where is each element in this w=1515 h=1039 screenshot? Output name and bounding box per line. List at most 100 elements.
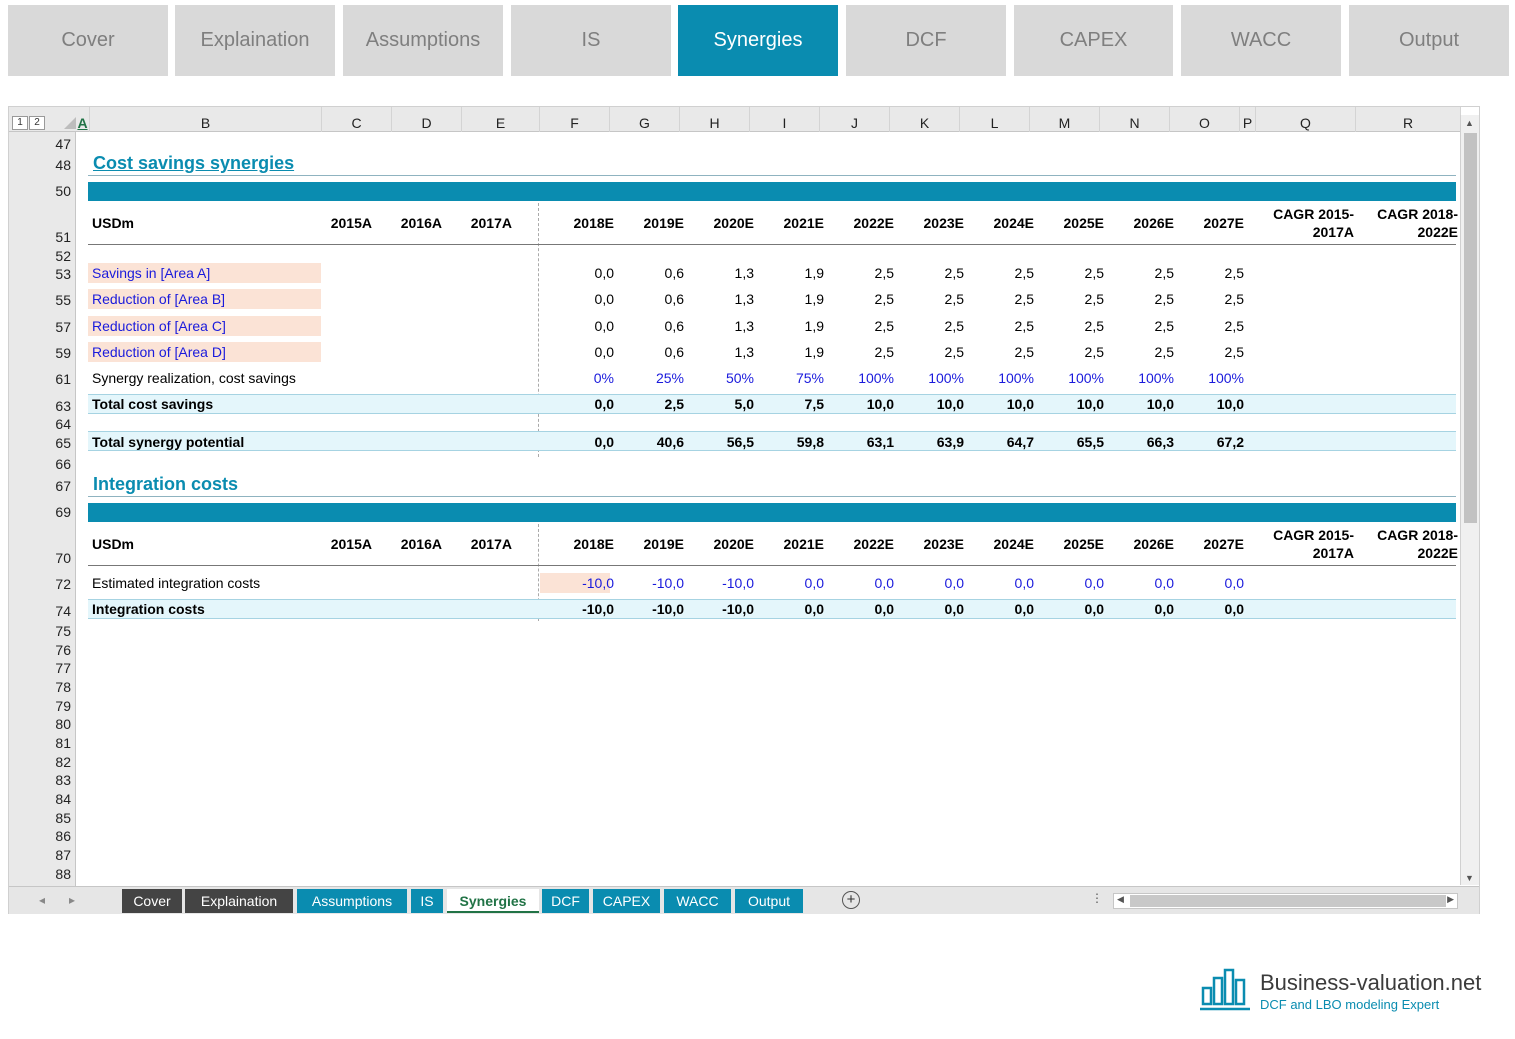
row-number[interactable]: 51 bbox=[31, 229, 71, 245]
column-header-r[interactable]: R bbox=[1356, 107, 1461, 132]
nav-tile-cover[interactable]: Cover bbox=[8, 5, 168, 76]
value-cell[interactable]: 0,0 bbox=[829, 575, 894, 591]
column-header-q[interactable]: Q bbox=[1256, 107, 1356, 132]
column-header-i[interactable]: I bbox=[750, 107, 820, 132]
total-value-cell[interactable]: 2,5 bbox=[619, 396, 684, 412]
unit-label[interactable]: USDm bbox=[92, 215, 134, 231]
value-cell[interactable]: 2,5 bbox=[969, 291, 1034, 307]
total-value-cell[interactable]: 0,0 bbox=[549, 396, 614, 412]
total-label[interactable]: Total cost savings bbox=[92, 396, 392, 412]
value-cell[interactable]: 2,5 bbox=[899, 344, 964, 360]
horizontal-scrollbar[interactable]: ◀ ▶ bbox=[1113, 893, 1458, 909]
value-cell[interactable]: 2,5 bbox=[1179, 318, 1244, 334]
year-header[interactable]: 2017A bbox=[447, 215, 512, 231]
sheet-tab-dcf[interactable]: DCF bbox=[542, 889, 589, 913]
column-header-g[interactable]: G bbox=[610, 107, 680, 132]
value-cell[interactable]: 2,5 bbox=[1039, 318, 1104, 334]
year-header[interactable]: 2026E bbox=[1109, 215, 1174, 231]
value-cell[interactable]: 2,5 bbox=[1109, 265, 1174, 281]
nav-tile-is[interactable]: IS bbox=[511, 5, 671, 76]
percent-input-cell[interactable]: 100% bbox=[1039, 370, 1104, 386]
realization-label[interactable]: Synergy realization, cost savings bbox=[92, 370, 392, 386]
vertical-scrollbar[interactable]: ▲ ▼ bbox=[1460, 115, 1479, 885]
cagr-header-2[interactable]: CAGR 2018- 2022E bbox=[1356, 205, 1458, 241]
nav-tile-assumptions[interactable]: Assumptions bbox=[343, 5, 503, 76]
year-header[interactable]: 2018E bbox=[549, 536, 614, 552]
synergy-line-label[interactable]: Reduction of [Area B] bbox=[92, 291, 321, 307]
column-header-l[interactable]: L bbox=[960, 107, 1030, 132]
value-cell[interactable]: 2,5 bbox=[969, 344, 1034, 360]
row-number[interactable]: 77 bbox=[31, 660, 71, 676]
row-number[interactable]: 88 bbox=[31, 866, 71, 882]
value-cell[interactable]: 0,0 bbox=[899, 575, 964, 591]
year-header[interactable]: 2025E bbox=[1039, 215, 1104, 231]
row-number[interactable]: 57 bbox=[31, 319, 71, 335]
tab-scroll-left-icon[interactable]: ◂ bbox=[39, 893, 45, 907]
column-header-b[interactable]: B bbox=[90, 107, 322, 132]
row-number[interactable]: 76 bbox=[31, 642, 71, 658]
row-number[interactable]: 50 bbox=[31, 183, 71, 199]
sheet-tab-explaination[interactable]: Explaination bbox=[185, 889, 293, 913]
year-header[interactable]: 2020E bbox=[689, 536, 754, 552]
value-cell[interactable]: 2,5 bbox=[899, 291, 964, 307]
value-cell[interactable]: 2,5 bbox=[829, 291, 894, 307]
row-number[interactable]: 47 bbox=[31, 136, 71, 152]
scroll-up-arrow-icon[interactable]: ▲ bbox=[1465, 118, 1474, 128]
year-header[interactable]: 2025E bbox=[1039, 536, 1104, 552]
nav-tile-explaination[interactable]: Explaination bbox=[175, 5, 335, 76]
row-number[interactable]: 74 bbox=[31, 603, 71, 619]
value-cell[interactable]: 1,9 bbox=[759, 265, 824, 281]
synergy-line-label[interactable]: Savings in [Area A] bbox=[92, 265, 321, 281]
value-cell[interactable]: 0,6 bbox=[619, 344, 684, 360]
value-cell[interactable]: -10,0 bbox=[689, 575, 754, 591]
nav-tile-dcf[interactable]: DCF bbox=[846, 5, 1006, 76]
value-cell[interactable]: 2,5 bbox=[969, 318, 1034, 334]
value-cell[interactable]: 1,9 bbox=[759, 344, 824, 360]
total-value-cell[interactable]: 59,8 bbox=[759, 434, 824, 450]
total-value-cell[interactable]: 0,0 bbox=[759, 601, 824, 617]
total-value-cell[interactable]: 67,2 bbox=[1179, 434, 1244, 450]
value-cell[interactable]: 0,6 bbox=[619, 318, 684, 334]
year-header[interactable]: 2016A bbox=[377, 215, 442, 231]
year-header[interactable]: 2020E bbox=[689, 215, 754, 231]
column-header-d[interactable]: D bbox=[392, 107, 462, 132]
column-header-j[interactable]: J bbox=[820, 107, 890, 132]
value-cell[interactable]: 0,0 bbox=[549, 318, 614, 334]
total-value-cell[interactable]: -10,0 bbox=[689, 601, 754, 617]
value-cell[interactable]: 1,3 bbox=[689, 344, 754, 360]
total-value-cell[interactable]: 10,0 bbox=[829, 396, 894, 412]
total-value-cell[interactable]: 0,0 bbox=[899, 601, 964, 617]
value-cell[interactable]: -10,0 bbox=[619, 575, 684, 591]
value-cell[interactable]: 0,6 bbox=[619, 265, 684, 281]
percent-input-cell[interactable]: 100% bbox=[829, 370, 894, 386]
year-header[interactable]: 2019E bbox=[619, 536, 684, 552]
total-value-cell[interactable]: 56,5 bbox=[689, 434, 754, 450]
outline-level-1-button[interactable]: 1 bbox=[12, 116, 28, 130]
total-value-cell[interactable]: 63,1 bbox=[829, 434, 894, 450]
column-header-m[interactable]: M bbox=[1030, 107, 1100, 132]
sheet-tab-is[interactable]: IS bbox=[411, 889, 443, 913]
percent-input-cell[interactable]: 25% bbox=[619, 370, 684, 386]
integration-line-label[interactable]: Estimated integration costs bbox=[92, 575, 392, 591]
total-value-cell[interactable]: 66,3 bbox=[1109, 434, 1174, 450]
total-value-cell[interactable]: 10,0 bbox=[899, 396, 964, 412]
value-cell[interactable]: 0,0 bbox=[969, 575, 1034, 591]
row-number[interactable]: 63 bbox=[31, 398, 71, 414]
row-number[interactable]: 53 bbox=[31, 266, 71, 282]
value-cell[interactable]: 1,3 bbox=[689, 265, 754, 281]
scroll-left-arrow-icon[interactable]: ◀ bbox=[1117, 894, 1124, 905]
year-header[interactable]: 2019E bbox=[619, 215, 684, 231]
value-cell[interactable]: 2,5 bbox=[899, 265, 964, 281]
value-cell[interactable]: 0,0 bbox=[1179, 575, 1244, 591]
add-sheet-button[interactable]: + bbox=[842, 891, 860, 909]
value-cell[interactable]: 2,5 bbox=[1109, 291, 1174, 307]
year-header[interactable]: 2022E bbox=[829, 215, 894, 231]
year-header[interactable]: 2023E bbox=[899, 215, 964, 231]
row-number[interactable]: 84 bbox=[31, 791, 71, 807]
row-number[interactable]: 69 bbox=[31, 504, 71, 520]
total-value-cell[interactable]: 10,0 bbox=[1109, 396, 1174, 412]
total-value-cell[interactable]: 0,0 bbox=[549, 434, 614, 450]
tab-scroll-right-icon[interactable]: ▸ bbox=[69, 893, 75, 907]
percent-input-cell[interactable]: 100% bbox=[969, 370, 1034, 386]
horizontal-scroll-thumb[interactable] bbox=[1130, 895, 1446, 907]
